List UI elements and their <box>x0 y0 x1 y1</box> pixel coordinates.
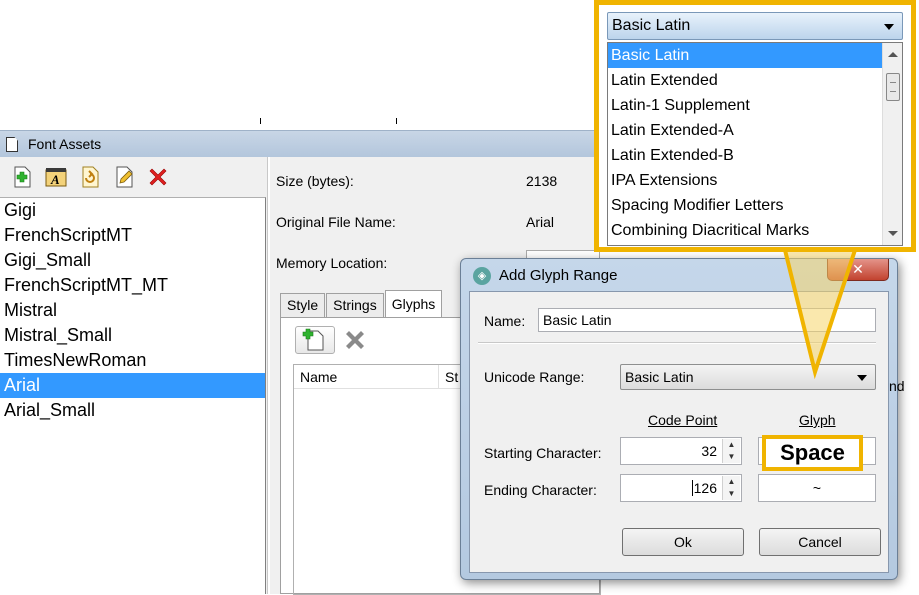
file-name-label: Original File Name: <box>276 214 396 230</box>
list-item[interactable]: Mistral <box>0 298 265 323</box>
add-glyph-range-dialog: ◈ Add Glyph Range ✕ nd Name: Basic Latin… <box>460 258 905 580</box>
file-name-value: Arial <box>526 214 555 230</box>
name-label: Name: <box>484 313 526 329</box>
stepper-up-icon[interactable]: ▲ <box>723 439 740 451</box>
column-header-name[interactable]: Name <box>294 365 438 389</box>
dialog-body: Name: Basic Latin Unicode Range: Basic L… <box>469 291 889 573</box>
list-item[interactable]: FrenchScriptMT_MT <box>0 273 265 298</box>
unicode-range-zoom: Basic Latin Basic Latin Latin Extended L… <box>594 0 916 252</box>
list-item-selected[interactable]: Arial <box>0 373 265 398</box>
list-item[interactable]: IPA Extensions <box>608 168 882 193</box>
divider-tick <box>396 118 397 124</box>
unicode-range-label: Unicode Range: <box>484 369 585 385</box>
chevron-down-icon <box>857 375 867 381</box>
tab-strip: Style Strings Glyphs <box>280 290 443 317</box>
starting-character-label: Starting Character: <box>484 445 602 461</box>
list-item[interactable]: Gigi <box>0 198 265 223</box>
scroll-thumb[interactable] <box>886 73 900 101</box>
tab-glyphs[interactable]: Glyphs <box>384 290 443 317</box>
list-item-selected[interactable]: Basic Latin <box>608 43 882 68</box>
list-item[interactable]: Combining Diacritical Marks <box>608 218 882 243</box>
list-item[interactable]: Latin Extended-A <box>608 118 882 143</box>
close-button[interactable]: ✕ <box>827 259 889 281</box>
stepper-down-icon[interactable]: ▼ <box>723 488 740 500</box>
zoom-range-list[interactable]: Basic Latin Latin Extended Latin-1 Suppl… <box>607 42 903 246</box>
starting-character-stepper[interactable]: 32 ▲ ▼ <box>620 437 742 465</box>
list-item[interactable]: Gigi_Small <box>0 248 265 273</box>
reload-icon[interactable] <box>78 165 102 189</box>
scroll-down-icon[interactable] <box>888 231 898 236</box>
name-input[interactable]: Basic Latin <box>538 308 876 332</box>
list-item[interactable]: Latin Extended-B <box>608 143 882 168</box>
delete-icon[interactable] <box>146 165 170 189</box>
font-list-pane: A Gigi FrenchScriptMT Gigi_Small FrenchS… <box>0 157 268 594</box>
zoom-range-value: Basic Latin <box>612 17 691 34</box>
font-assets-title: Font Assets <box>28 136 102 152</box>
list-item[interactable]: Spacing Modifier Letters <box>608 193 882 218</box>
starting-glyph-callout: Space <box>762 435 863 471</box>
stepper-down-icon[interactable]: ▼ <box>723 451 740 463</box>
scrollbar[interactable] <box>882 43 902 245</box>
ending-glyph-box: ~ <box>758 474 876 502</box>
stepper-buttons[interactable]: ▲ ▼ <box>722 476 740 500</box>
glyph-toolbar <box>295 326 367 354</box>
ending-character-value: 126 <box>691 480 717 496</box>
list-item[interactable]: FrenchScriptMT <box>0 223 265 248</box>
zoom-range-select[interactable]: Basic Latin <box>607 12 903 40</box>
code-point-header: Code Point <box>648 412 718 428</box>
svg-text:A: A <box>50 172 60 187</box>
document-icon <box>6 137 18 152</box>
memory-location-label: Memory Location: <box>276 255 388 271</box>
font-properties-icon[interactable]: A <box>44 165 68 189</box>
unicode-range-select[interactable]: Basic Latin <box>620 364 876 390</box>
remove-glyph-range-icon[interactable] <box>343 326 367 354</box>
stepper-up-icon[interactable]: ▲ <box>723 476 740 488</box>
tab-style[interactable]: Style <box>280 293 326 317</box>
font-toolbar: A <box>10 165 170 191</box>
partial-column-text: nd <box>889 378 905 394</box>
list-item[interactable]: Latin Extended <box>608 68 882 93</box>
ok-button[interactable]: Ok <box>622 528 744 556</box>
glyph-header: Glyph <box>799 412 836 428</box>
app-icon: ◈ <box>473 267 491 285</box>
list-item[interactable]: Arial_Small <box>0 398 265 423</box>
list-item[interactable]: Mistral_Small <box>0 323 265 348</box>
stepper-buttons[interactable]: ▲ ▼ <box>722 439 740 463</box>
starting-character-value: 32 <box>701 443 717 459</box>
font-list[interactable]: Gigi FrenchScriptMT Gigi_Small FrenchScr… <box>0 197 266 594</box>
size-label: Size (bytes): <box>276 173 354 189</box>
size-value: 2138 <box>526 173 558 189</box>
ending-character-stepper[interactable]: 126 ▲ ▼ <box>620 474 742 502</box>
add-font-icon[interactable] <box>10 165 34 189</box>
dialog-title: Add Glyph Range <box>499 267 618 284</box>
chevron-down-icon <box>884 24 894 30</box>
font-assets-titlebar: Font Assets <box>0 130 600 157</box>
memory-location-field[interactable] <box>526 250 600 258</box>
add-glyph-range-icon[interactable] <box>295 326 335 354</box>
list-item[interactable]: TimesNewRoman <box>0 348 265 373</box>
tab-strings[interactable]: Strings <box>326 293 384 317</box>
scroll-up-icon[interactable] <box>888 52 898 57</box>
edit-icon[interactable] <box>112 165 136 189</box>
ending-character-label: Ending Character: <box>484 482 597 498</box>
separator <box>478 342 876 344</box>
cancel-button[interactable]: Cancel <box>759 528 881 556</box>
list-item[interactable]: Latin-1 Supplement <box>608 93 882 118</box>
divider-tick <box>260 118 261 124</box>
unicode-range-value: Basic Latin <box>625 369 694 385</box>
